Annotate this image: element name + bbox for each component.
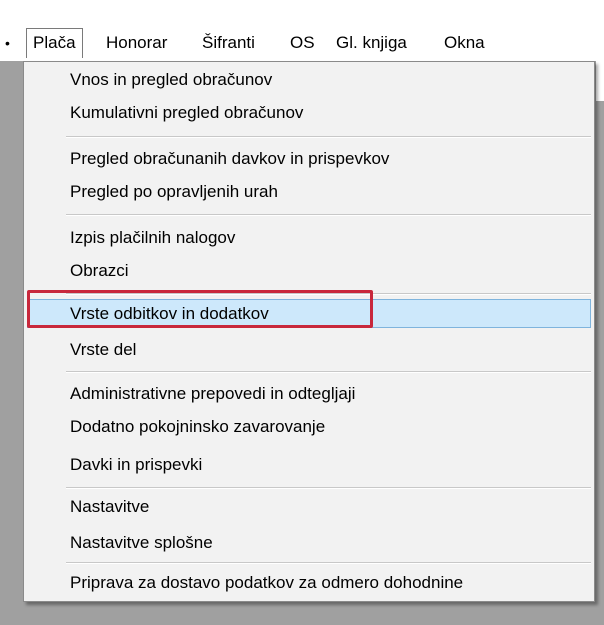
menu-item-label: Pregled obračunanih davkov in prispevkov: [70, 149, 390, 168]
menu-item-kumulativni-pregled[interactable]: Kumulativni pregled obračunov: [27, 98, 591, 127]
menu-item-label: Nastavitve splošne: [70, 533, 213, 552]
menu-item-vrste-del[interactable]: Vrste del: [27, 335, 591, 364]
menu-okna-label: Okna: [444, 33, 485, 52]
menu-item-label: Administrativne prepovedi in odtegljaji: [70, 384, 356, 403]
placa-dropdown-menu: Vnos in pregled obračunov Kumulativni pr…: [23, 61, 595, 602]
menu-separator: [66, 214, 591, 216]
menu-item-label: Priprava za dostavo podatkov za odmero d…: [70, 573, 464, 592]
menu-item-dodatno-pokojninsko[interactable]: Dodatno pokojninsko zavarovanje: [27, 412, 591, 441]
menu-item-label: Nastavitve: [70, 497, 150, 516]
menu-honorar-label: Honorar: [106, 33, 168, 52]
menu-item-label: Izpis plačilnih nalogov: [70, 228, 236, 247]
menu-gl-knjiga-label: Gl. knjiga: [336, 33, 407, 52]
menu-item-label: Davki in prispevki: [70, 455, 203, 474]
menu-separator: [66, 562, 591, 564]
menu-placa-label: Plača: [33, 33, 76, 52]
menu-gl-knjiga[interactable]: Gl. knjiga: [330, 28, 413, 58]
menu-bar: • Plača Honorar Šifranti OS Gl. knjiga O…: [0, 22, 604, 62]
menu-bar-edge-marker: •: [5, 35, 10, 51]
menu-item-nastavitve-splosne[interactable]: Nastavitve splošne: [27, 528, 591, 557]
menu-item-administrativne-prepovedi[interactable]: Administrativne prepovedi in odtegljaji: [27, 379, 591, 408]
menu-item-label: Dodatno pokojninsko zavarovanje: [70, 417, 326, 436]
menu-sifranti[interactable]: Šifranti: [196, 28, 261, 58]
menu-placa[interactable]: Plača: [26, 28, 83, 58]
menu-item-label: Kumulativni pregled obračunov: [70, 103, 304, 122]
menu-separator: [66, 136, 591, 138]
menu-item-priprava-dohodnine[interactable]: Priprava za dostavo podatkov za odmero d…: [27, 568, 591, 597]
window-edge: [596, 61, 604, 101]
menu-sifranti-label: Šifranti: [202, 33, 255, 52]
menu-item-vnos-pregled-obracunov[interactable]: Vnos in pregled obračunov: [27, 65, 591, 94]
menu-item-pregled-davkov-prispevkov[interactable]: Pregled obračunanih davkov in prispevkov: [27, 144, 591, 173]
menu-os-label: OS: [290, 33, 315, 52]
menu-item-obrazci[interactable]: Obrazci: [27, 256, 591, 285]
annotation-highlight-box: [27, 290, 373, 328]
menu-honorar[interactable]: Honorar: [100, 28, 173, 58]
menu-os[interactable]: OS: [284, 28, 321, 58]
menu-separator: [66, 371, 591, 373]
menu-item-label: Pregled po opravljenih urah: [70, 182, 278, 201]
menu-item-nastavitve[interactable]: Nastavitve: [27, 492, 591, 521]
menu-item-label: Vrste del: [70, 340, 137, 359]
menu-item-izpis-placilnih-nalogov[interactable]: Izpis plačilnih nalogov: [27, 223, 591, 252]
menu-item-label: Vnos in pregled obračunov: [70, 70, 273, 89]
menu-item-davki-prispevki[interactable]: Davki in prispevki: [27, 450, 591, 479]
menu-separator: [66, 487, 591, 489]
menu-item-pregled-po-urah[interactable]: Pregled po opravljenih urah: [27, 177, 591, 206]
menu-okna[interactable]: Okna: [438, 28, 491, 58]
menu-item-label: Obrazci: [70, 261, 129, 280]
